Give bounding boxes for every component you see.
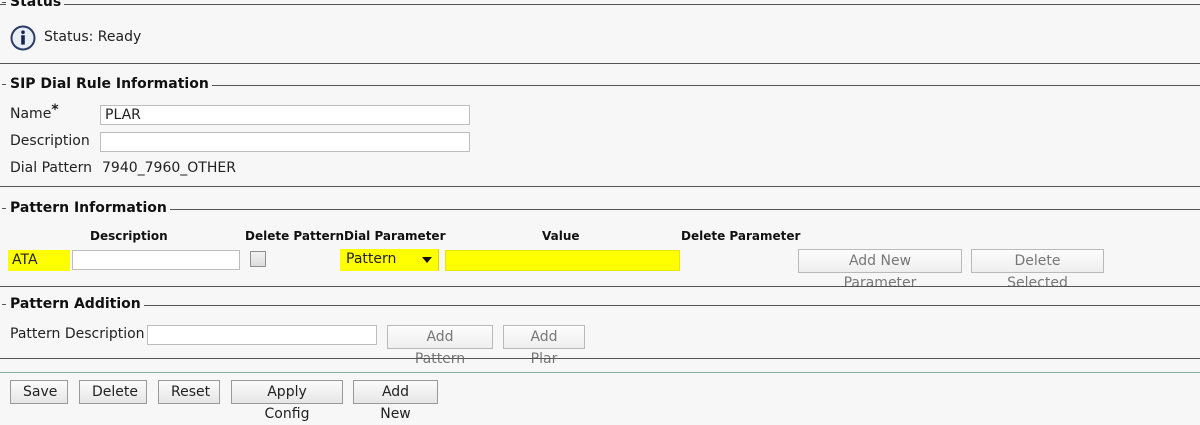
reset-button[interactable]: Reset xyxy=(158,380,220,404)
chevron-down-icon xyxy=(422,257,432,263)
name-input[interactable] xyxy=(100,105,470,125)
divider xyxy=(0,186,1200,187)
col-header-delete-pattern: Delete Pattern xyxy=(245,229,345,243)
status-text: Status: Ready xyxy=(44,29,142,45)
name-label-text: Name xyxy=(10,106,52,122)
status-divider xyxy=(0,4,1200,5)
add-new-parameter-button[interactable]: Add New Parameter xyxy=(798,249,962,291)
col-header-delete-parameter: Delete Parameter xyxy=(681,229,801,243)
pattern-description-input[interactable] xyxy=(72,250,240,270)
pattern-addition-legend: Pattern Addition xyxy=(2,296,144,312)
value-input[interactable] xyxy=(445,250,680,271)
col-header-value: Value xyxy=(542,229,580,243)
add-plar-button[interactable]: Add Plar xyxy=(503,325,585,367)
name-label: Name* xyxy=(10,102,59,122)
required-mark: * xyxy=(51,102,59,118)
add-pattern-button[interactable]: Add Pattern xyxy=(387,325,493,367)
dial-parameter-select[interactable]: Pattern xyxy=(340,249,439,271)
delete-selected-button[interactable]: Delete Selected xyxy=(971,249,1104,291)
pattern-information-legend: Pattern Information xyxy=(2,200,170,216)
sip-dial-rule-legend: SIP Dial Rule Information xyxy=(2,76,212,92)
divider xyxy=(0,358,1200,359)
dial-parameter-selected: Pattern xyxy=(346,251,397,267)
description-input[interactable] xyxy=(100,132,470,152)
toolbar-divider xyxy=(0,372,1200,373)
pattern-addition-description-input[interactable] xyxy=(147,325,377,345)
dial-pattern-label: Dial Pattern xyxy=(10,160,92,176)
add-new-button[interactable]: Add New xyxy=(353,380,438,422)
status-legend: Status xyxy=(1,0,65,10)
col-header-dial-parameter: Dial Parameter xyxy=(344,229,446,243)
divider xyxy=(0,63,1200,64)
pattern-addition-fieldset-line xyxy=(6,305,1200,306)
pattern-description-label: Pattern Description xyxy=(10,326,145,342)
dial-pattern-value: 7940_7960_OTHER xyxy=(102,160,236,176)
description-label: Description xyxy=(10,133,90,149)
delete-pattern-checkbox[interactable] xyxy=(250,251,266,267)
divider xyxy=(0,286,1200,287)
apply-config-button[interactable]: Apply Config xyxy=(231,380,343,422)
col-header-description: Description xyxy=(90,229,168,243)
pattern-row-label: ATA xyxy=(8,250,70,271)
info-icon xyxy=(10,25,36,51)
delete-button[interactable]: Delete xyxy=(79,380,147,404)
save-button[interactable]: Save xyxy=(10,380,68,404)
pattern-info-fieldset-line xyxy=(6,209,1200,210)
